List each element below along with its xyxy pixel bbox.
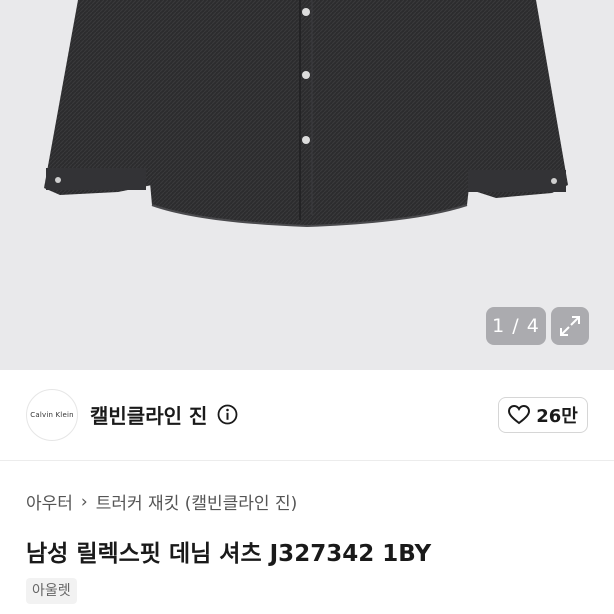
image-counter: 1 / 4: [486, 307, 546, 345]
divider: [0, 460, 614, 461]
expand-image-button[interactable]: [551, 307, 589, 345]
chevron-right-icon: ›: [80, 491, 88, 512]
breadcrumb-subcategory[interactable]: 트러커 재킷 (캘빈클라인 진): [96, 489, 298, 514]
info-icon[interactable]: [217, 404, 238, 425]
shop-logo[interactable]: Calvin Klein: [26, 389, 78, 441]
shop-logo-text: Calvin Klein: [30, 411, 74, 419]
like-count: 26만: [536, 406, 578, 427]
breadcrumb: 아우터 › 트러커 재킷 (캘빈클라인 진): [26, 489, 298, 515]
like-button[interactable]: 26만: [498, 397, 588, 433]
shop-info-row: Calvin Klein 캘빈클라인 진 26만: [0, 370, 614, 460]
shop-name[interactable]: 캘빈클라인 진: [90, 400, 207, 429]
product-title: 남성 릴렉스핏 데님 셔츠 J327342 1BY: [26, 541, 432, 567]
breadcrumb-category[interactable]: 아우터: [26, 489, 73, 514]
expand-icon: [560, 316, 580, 336]
heart-icon: [508, 405, 531, 425]
product-tag: 아울렛: [26, 578, 77, 604]
product-image-gallery[interactable]: 1 / 4: [0, 0, 614, 370]
